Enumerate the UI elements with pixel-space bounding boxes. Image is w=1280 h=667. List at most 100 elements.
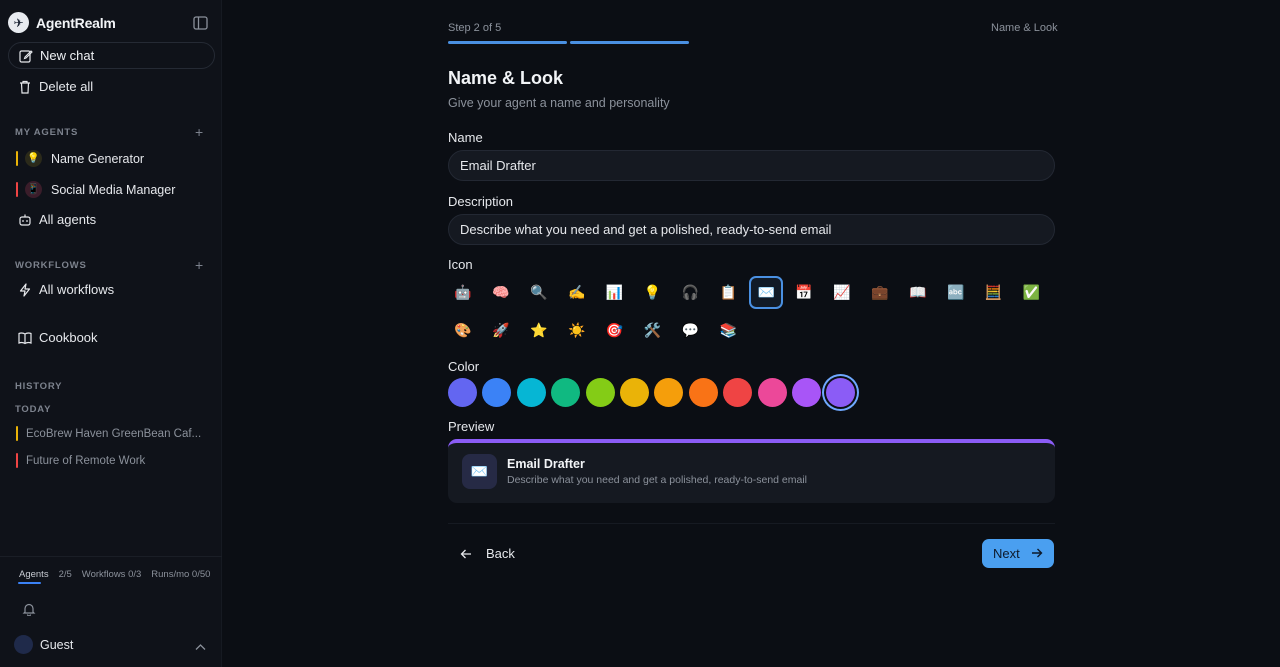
- lightning-icon: [18, 282, 32, 297]
- agent-color-bar: [16, 182, 18, 197]
- icon-option-sun-icon[interactable]: ☀️: [560, 314, 594, 347]
- bell-icon[interactable]: [22, 602, 36, 617]
- history-item[interactable]: Future of Remote Work: [16, 453, 145, 468]
- icon-option-book-icon[interactable]: 📖: [901, 276, 935, 309]
- color-swatch[interactable]: [448, 378, 477, 407]
- preview-label: Preview: [448, 419, 495, 434]
- step-name: Name & Look: [991, 22, 1058, 34]
- usage-agents-tab[interactable]: Agents: [19, 569, 49, 580]
- user-menu[interactable]: Guest: [14, 635, 73, 654]
- preview-name: Email Drafter: [507, 457, 585, 471]
- delete-all-label: Delete all: [39, 79, 94, 94]
- color-swatch[interactable]: [654, 378, 684, 407]
- arrow-right-icon: [1032, 548, 1043, 558]
- history-item[interactable]: EcoBrew Haven GreenBean Caf...: [16, 426, 201, 441]
- next-label: Next: [993, 546, 1020, 561]
- phone-icon: 📱: [25, 181, 42, 198]
- icon-option-tools-icon[interactable]: 🛠️: [636, 314, 670, 347]
- usage-active-underline: [18, 582, 41, 584]
- usage-runs: Runs/mo 0/50: [151, 569, 211, 580]
- icon-option-rocket-icon[interactable]: 🚀: [484, 314, 518, 347]
- icon-option-abacus-icon[interactable]: 🧮: [977, 276, 1011, 309]
- avatar: [14, 635, 33, 654]
- add-workflow-icon[interactable]: +: [195, 257, 203, 273]
- color-label: Color: [448, 359, 480, 374]
- sidebar-agent-social-media-manager[interactable]: 📱 Social Media Manager: [16, 181, 175, 198]
- back-label: Back: [486, 546, 515, 561]
- delete-all-button[interactable]: Delete all: [18, 79, 93, 94]
- page-subtitle: Give your agent a name and personality: [448, 96, 670, 110]
- all-agents-link[interactable]: All agents: [18, 212, 96, 227]
- preview-description: Describe what you need and get a polishe…: [507, 474, 808, 486]
- agent-name: Social Media Manager: [51, 182, 176, 197]
- sidebar-toggle-icon[interactable]: [193, 16, 208, 30]
- all-workflows-label: All workflows: [39, 282, 115, 297]
- icon-option-search-icon[interactable]: 🔍: [522, 276, 556, 309]
- agent-name: Name Generator: [51, 151, 145, 166]
- brand-name: AgentRealm: [36, 14, 116, 31]
- description-label: Description: [448, 194, 514, 209]
- icon-option-clipboard-icon[interactable]: 📋: [711, 276, 745, 309]
- all-workflows-link[interactable]: All workflows: [18, 282, 114, 297]
- cookbook-label: Cookbook: [39, 330, 98, 345]
- color-swatch[interactable]: [585, 378, 615, 407]
- usage-stats: Agents 2/5 Workflows 0/3 Runs/mo 0/50: [19, 569, 220, 580]
- icon-option-star-icon[interactable]: ⭐: [522, 314, 556, 347]
- icon-label: Icon: [448, 257, 473, 272]
- icon-option-palette-icon[interactable]: 🎨: [446, 314, 480, 347]
- back-button[interactable]: Back: [460, 546, 515, 561]
- chevron-up-icon[interactable]: [195, 639, 206, 650]
- icon-option-brain-icon[interactable]: 🧠: [484, 276, 518, 309]
- icon-option-abc-icon[interactable]: 🔤: [939, 276, 973, 309]
- new-chat-button[interactable]: New chat: [8, 42, 215, 69]
- agent-color-bar: [16, 151, 18, 166]
- icon-option-briefcase-icon[interactable]: 💼: [863, 276, 897, 309]
- color-swatch[interactable]: [723, 378, 753, 407]
- color-swatch[interactable]: [826, 378, 856, 407]
- arrow-left-icon: [460, 549, 471, 558]
- next-button[interactable]: Next: [982, 539, 1054, 568]
- cookbook-link[interactable]: Cookbook: [18, 330, 98, 345]
- color-swatch[interactable]: [516, 378, 546, 407]
- brand[interactable]: ✈ AgentRealm: [8, 12, 116, 33]
- history-title: EcoBrew Haven GreenBean Caf...: [26, 427, 202, 440]
- icon-option-trend-icon[interactable]: 📈: [825, 276, 859, 309]
- icon-option-lightbulb-icon[interactable]: 💡: [636, 276, 670, 309]
- icon-option-robot-icon[interactable]: 🤖: [446, 276, 480, 309]
- description-field-value: Describe what you need and get a polishe…: [460, 222, 832, 237]
- all-agents-label: All agents: [39, 212, 97, 227]
- today-heading: TODAY: [15, 404, 52, 415]
- color-swatch[interactable]: [757, 378, 787, 407]
- icon-option-target-icon[interactable]: 🎯: [598, 314, 632, 347]
- color-swatch[interactable]: [792, 378, 821, 407]
- envelope-icon: ✉️: [462, 454, 497, 489]
- icon-option-calendar-icon[interactable]: 📅: [787, 276, 821, 309]
- sidebar: ✈ AgentRealm New chat Delete all MY AGEN…: [0, 0, 222, 667]
- icon-option-headphones-icon[interactable]: 🎧: [673, 276, 707, 309]
- add-agent-icon[interactable]: +: [195, 124, 203, 140]
- name-field-value: Email Drafter: [460, 158, 536, 173]
- icon-option-books-icon[interactable]: 📚: [711, 314, 745, 347]
- icon-option-speech-bubble-icon[interactable]: 💬: [673, 314, 707, 347]
- footer-divider: [448, 523, 1055, 524]
- usage-agents-count: 2/5: [58, 569, 72, 580]
- history-color-bar: [16, 453, 18, 468]
- history-heading: HISTORY: [15, 381, 63, 392]
- color-swatch[interactable]: [551, 378, 581, 407]
- icon-option-writing-hand-icon[interactable]: ✍️: [560, 276, 594, 309]
- icon-option-envelope-icon[interactable]: ✉️: [749, 276, 784, 309]
- sidebar-footer-divider: [0, 556, 222, 557]
- name-field[interactable]: Email Drafter: [448, 150, 1055, 181]
- color-swatch[interactable]: [482, 378, 512, 407]
- icon-option-checkmark-icon[interactable]: ✅: [1015, 276, 1049, 309]
- new-chat-label: New chat: [40, 48, 95, 63]
- color-swatch[interactable]: [620, 378, 649, 407]
- progress-segment-2: [570, 41, 689, 44]
- edit-icon: [19, 49, 33, 63]
- icon-option-chart-icon[interactable]: 📊: [598, 276, 632, 309]
- sidebar-agent-name-generator[interactable]: 💡 Name Generator: [16, 150, 144, 167]
- preview-card: ✉️ Email Drafter Describe what you need …: [448, 439, 1055, 503]
- color-swatch[interactable]: [688, 378, 718, 407]
- description-field[interactable]: Describe what you need and get a polishe…: [448, 214, 1055, 245]
- progress-segment-1: [448, 41, 567, 44]
